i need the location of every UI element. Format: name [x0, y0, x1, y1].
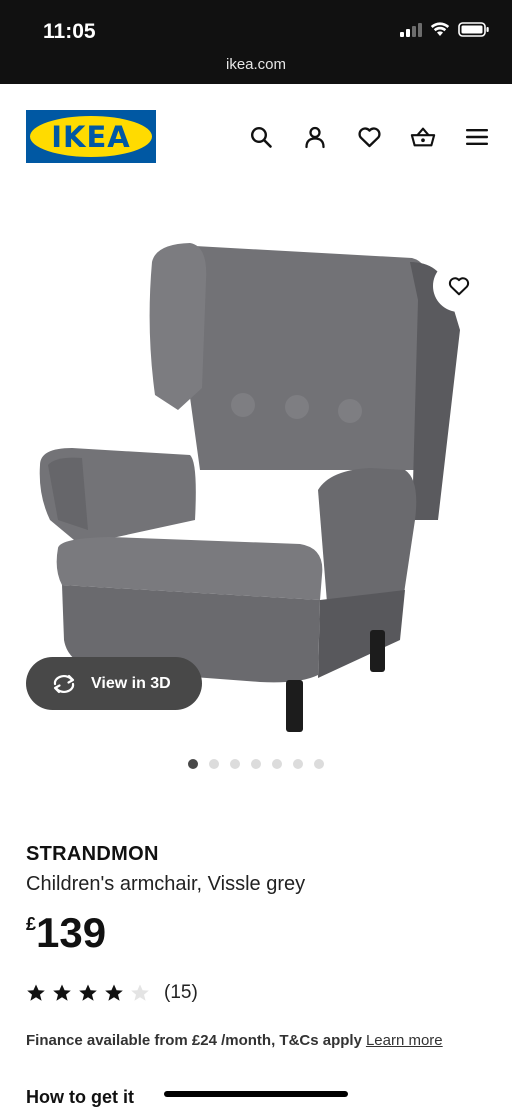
rotate-3d-icon: [53, 674, 75, 693]
logo-text: IKEA: [51, 119, 131, 154]
product-price: £ 139: [26, 908, 106, 958]
learn-more-link[interactable]: Learn more: [366, 1032, 443, 1049]
wifi-icon: [430, 22, 450, 36]
heart-outline-icon: [448, 277, 470, 296]
gallery-dot[interactable]: [230, 759, 240, 769]
view-in-3d-button[interactable]: View in 3D: [26, 657, 202, 710]
menu-button[interactable]: [464, 124, 490, 150]
star-filled-icon: [79, 984, 97, 1001]
account-icon: [305, 126, 325, 149]
rating-summary[interactable]: (15): [26, 982, 198, 1004]
view-in-3d-label: View in 3D: [91, 674, 171, 692]
account-button[interactable]: [302, 124, 328, 150]
gallery-pagination: [0, 759, 512, 769]
star-filled-icon: [27, 984, 45, 1001]
price-currency: £: [26, 914, 37, 934]
site-header: IKEA: [0, 84, 512, 190]
star-filled-icon: [53, 984, 71, 1001]
gallery-dot[interactable]: [314, 759, 324, 769]
signal-icon: [400, 22, 422, 37]
url-bar[interactable]: ikea.com: [0, 56, 512, 73]
search-icon: [250, 126, 272, 148]
star-filled-icon: [105, 984, 123, 1001]
gallery-dot[interactable]: [209, 759, 219, 769]
logo-oval: IKEA: [30, 116, 152, 157]
header-actions: [248, 124, 490, 150]
star-empty-icon: [131, 984, 149, 1001]
basket-button[interactable]: [410, 124, 436, 150]
finance-text: Finance available from £24 /month, T&Cs …: [26, 1032, 362, 1049]
search-button[interactable]: [248, 124, 274, 150]
product-name: STRANDMON: [26, 843, 159, 865]
finance-info: Finance available from £24 /month, T&Cs …: [26, 1032, 443, 1049]
status-time: 11:05: [43, 20, 96, 43]
heart-icon: [357, 127, 381, 148]
ikea-logo[interactable]: IKEA: [26, 110, 156, 163]
favourites-button[interactable]: [356, 124, 382, 150]
gallery-dot[interactable]: [251, 759, 261, 769]
how-to-get-it-heading[interactable]: How to get it: [26, 1087, 134, 1108]
menu-icon: [466, 129, 488, 145]
gallery-dot[interactable]: [272, 759, 282, 769]
battery-icon: [458, 22, 489, 37]
status-bar: 11:05 ikea.com: [0, 0, 512, 84]
gallery-dot[interactable]: [293, 759, 303, 769]
price-value: 139: [36, 909, 107, 956]
gallery-dot[interactable]: [188, 759, 198, 769]
basket-icon: [410, 127, 436, 147]
status-icons: [400, 22, 490, 37]
review-count: (15): [164, 982, 198, 1003]
save-to-favourites-button[interactable]: [433, 260, 485, 312]
home-indicator: [164, 1091, 348, 1097]
product-description: Children's armchair, Vissle grey: [26, 873, 306, 895]
